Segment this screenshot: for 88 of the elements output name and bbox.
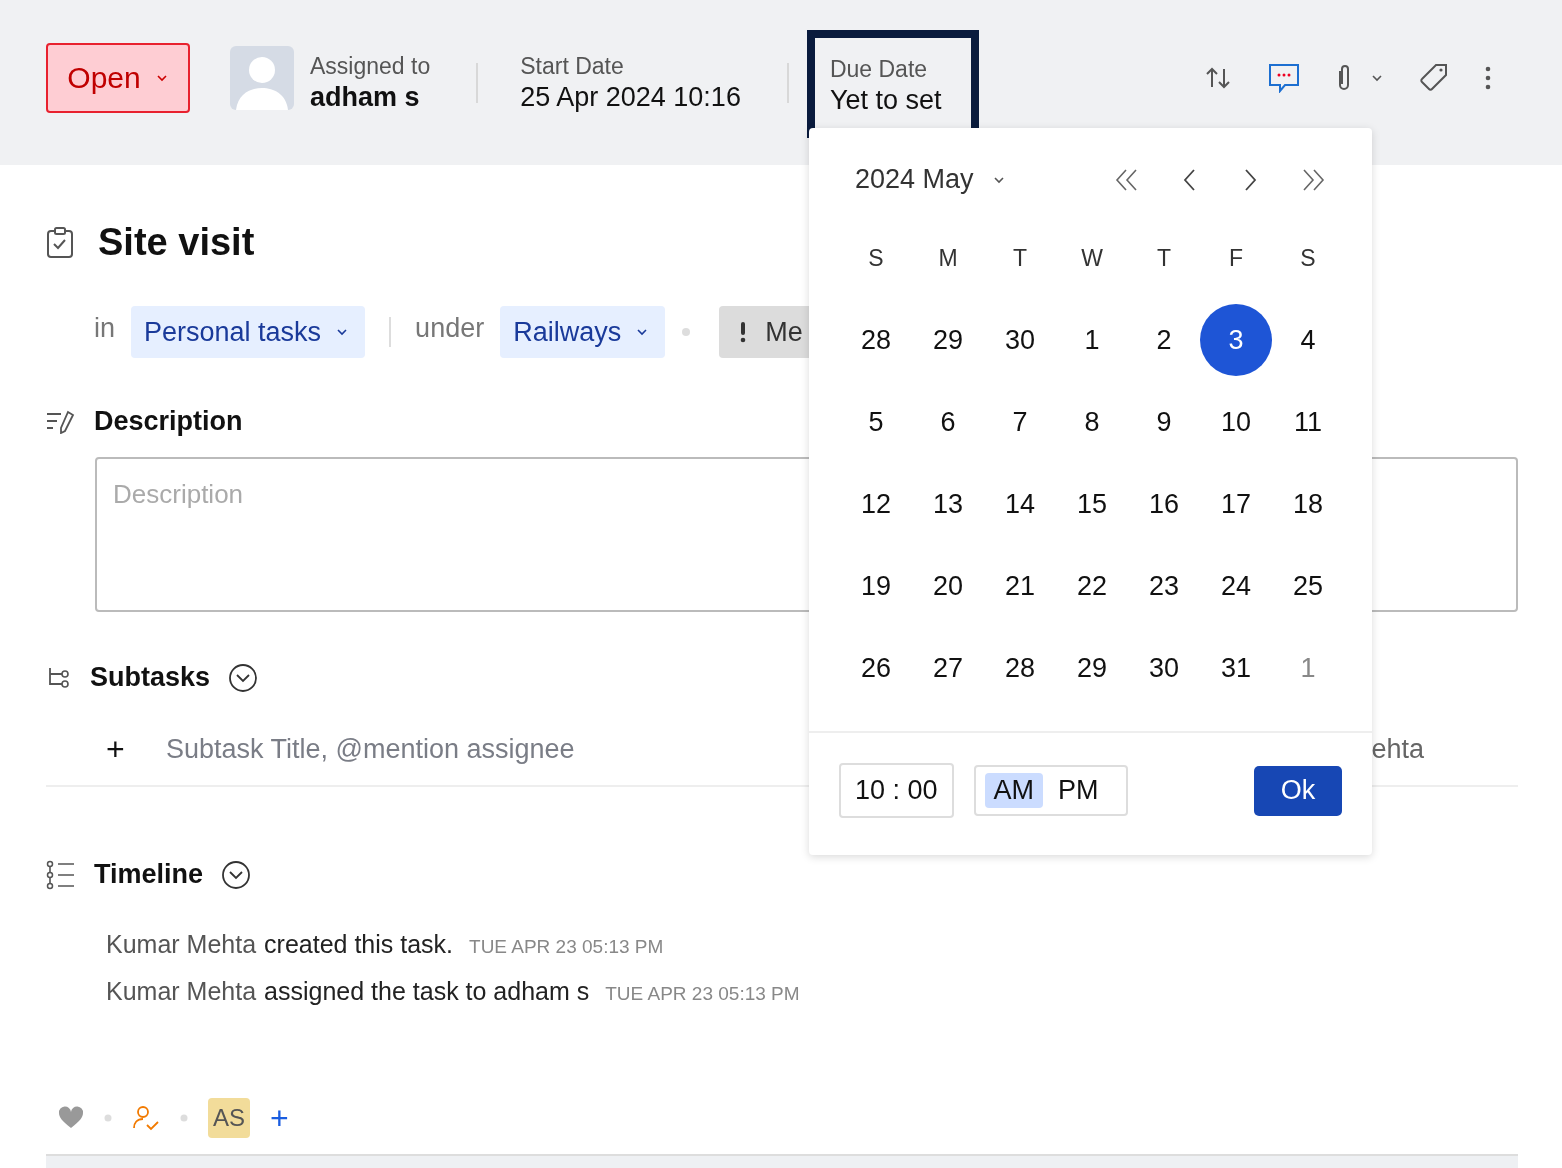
section-heading: Timeline [94, 859, 204, 890]
time-field[interactable]: 10 : 00 [839, 763, 954, 818]
weekday-label: T [1155, 243, 1173, 273]
calendar-day[interactable]: 7 [984, 386, 1056, 458]
calendar-day[interactable]: 4 [1272, 304, 1344, 376]
ok-button[interactable]: Ok [1254, 765, 1342, 816]
calendar-day[interactable]: 16 [1128, 468, 1200, 540]
user-check-icon[interactable] [132, 1104, 160, 1132]
calendar-day[interactable]: 26 [840, 632, 912, 704]
add-subtask-button[interactable]: + [106, 730, 166, 768]
weekday-label: F [1227, 243, 1245, 273]
calendar-day[interactable]: 28 [984, 632, 1056, 704]
calendar-day[interactable]: 12 [840, 468, 912, 540]
dot-icon [104, 1114, 112, 1122]
comment-icon[interactable] [1268, 62, 1300, 93]
more-icon[interactable] [1484, 64, 1492, 91]
task-title: Site visit [98, 221, 255, 264]
expand-icon[interactable] [221, 859, 252, 890]
start-date-value: 25 Apr 2024 10:16 [520, 81, 741, 113]
subtask-icon [46, 665, 72, 690]
calendar-day[interactable]: 9 [1128, 386, 1200, 458]
tag-icon[interactable] [1418, 61, 1450, 94]
caret-icon [154, 72, 169, 83]
weekday-label: M [937, 243, 959, 273]
calendar-day[interactable]: 8 [1056, 386, 1128, 458]
due-date-value: Yet to set [829, 85, 943, 116]
month-dropdown[interactable]: 2024 May [855, 164, 1006, 195]
calendar-day[interactable]: 13 [912, 468, 984, 540]
calendar-day[interactable]: 15 [1056, 468, 1128, 540]
caret-icon [335, 327, 350, 337]
caret-icon [635, 327, 650, 337]
calendar-day[interactable]: 30 [984, 304, 1056, 376]
timeline-icon [46, 859, 76, 890]
weekday-label: S [1299, 243, 1317, 273]
calendar-day[interactable]: 2 [1128, 304, 1200, 376]
calendar-day[interactable]: 10 [1200, 386, 1272, 458]
exclamation-icon [739, 320, 748, 344]
calendar-day[interactable]: 29 [912, 304, 984, 376]
calendar-day[interactable]: 1 [1272, 632, 1344, 704]
weekday-label: W [1080, 243, 1104, 273]
calendar-day[interactable]: 28 [840, 304, 912, 376]
calendar-day[interactable]: 27 [912, 632, 984, 704]
timeline-action: created this task. [264, 930, 454, 959]
status-dropdown[interactable]: Open [46, 42, 190, 113]
section-heading: Description [94, 406, 243, 437]
timeline-time: TUE APR 23 05:13 PM [469, 936, 664, 958]
in-label: in [94, 312, 115, 344]
list-dropdown[interactable]: Personal tasks [131, 306, 366, 358]
dot-icon [180, 1114, 188, 1122]
calendar-day[interactable]: 5 [840, 386, 912, 458]
assignee-text: ehta [1371, 733, 1424, 765]
field-label: Due Date [829, 56, 929, 83]
project-dropdown[interactable]: Railways [500, 306, 666, 358]
timeline-actor: Kumar Mehta [106, 977, 257, 1006]
add-button[interactable]: + [270, 1099, 289, 1137]
calendar-day[interactable]: 17 [1200, 468, 1272, 540]
calendar-day[interactable]: 29 [1056, 632, 1128, 704]
calendar-day[interactable]: 14 [984, 468, 1056, 540]
field-label: Start Date [520, 52, 625, 80]
assignee-name: adham s [310, 81, 421, 113]
heart-icon[interactable] [58, 1106, 84, 1130]
priority-label: Me [765, 316, 803, 348]
calendar-day[interactable]: 11 [1272, 386, 1344, 458]
calendar-day[interactable]: 6 [912, 386, 984, 458]
section-heading: Subtasks [90, 662, 211, 693]
calendar-day[interactable]: 18 [1272, 468, 1344, 540]
clipboard-check-icon [46, 226, 74, 259]
calendar-day[interactable]: 30 [1128, 632, 1200, 704]
avatar-icon [230, 45, 294, 110]
weekday-label: T [1011, 243, 1029, 273]
expand-icon[interactable] [228, 662, 259, 693]
calendar-day[interactable]: 1 [1056, 304, 1128, 376]
field-label: Assigned to [310, 52, 431, 80]
weekday-label: S [867, 243, 885, 273]
caret-icon[interactable] [1370, 72, 1384, 83]
timeline-time: TUE APR 23 05:13 PM [605, 983, 800, 1005]
calendar-day[interactable]: 3 [1200, 304, 1272, 376]
meridiem-option[interactable]: PM [1049, 773, 1108, 808]
under-label: under [415, 312, 485, 344]
dot-icon [681, 327, 692, 337]
timeline-actor: Kumar Mehta [106, 930, 257, 959]
due-date-field[interactable]: Due Date Yet to set [806, 30, 979, 138]
calendar-day[interactable]: 31 [1200, 632, 1272, 704]
meridiem-option[interactable]: AM [984, 773, 1044, 808]
caret-icon [991, 174, 1006, 185]
description-icon [46, 409, 76, 434]
user-initials-avatar[interactable]: AS [208, 1098, 250, 1138]
timeline-action: assigned the task to adham s [264, 977, 590, 1006]
